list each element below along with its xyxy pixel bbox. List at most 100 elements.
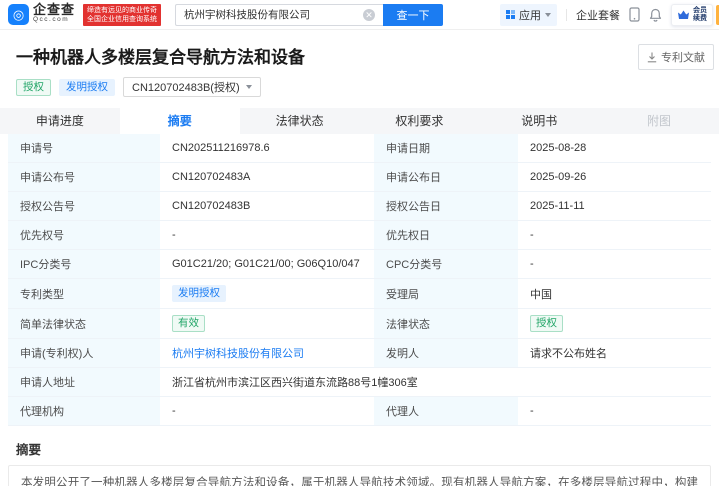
applicant-company-link[interactable]: 杭州宇树科技股份有限公司 <box>172 345 304 361</box>
table-row: 授权公告号 CN120702483B 授权公告日 2025-11-11 <box>8 192 711 221</box>
slogan-line1: 缔造有远见的商业传奇 <box>87 6 157 15</box>
qcc-logo-icon: ◎ <box>8 4 29 25</box>
tab-claims[interactable]: 权利要求 <box>359 108 479 134</box>
field-label: 受理局 <box>374 279 518 308</box>
qcc-logo[interactable]: ◎ 企查查 Qcc.com 缔造有远见的商业传奇 全国企业信用查询系统 <box>8 4 161 26</box>
legal-status-badge: 授权 <box>530 315 563 332</box>
field-value: 请求不公布姓名 <box>518 339 711 367</box>
detail-tabbar: 申请进度 摘要 法律状态 权利要求 说明书 附图 <box>0 108 719 134</box>
field-value: 授权 <box>518 309 711 338</box>
table-row: 简单法律状态 有效 法律状态 授权 <box>8 309 711 339</box>
search-button[interactable]: 查一下 <box>383 4 443 26</box>
chevron-down-icon <box>545 13 551 17</box>
field-label: 申请(专利权)人 <box>8 339 160 367</box>
field-value: CN120702483A <box>160 163 374 191</box>
field-value: 浙江省杭州市滨江区西兴街道东流路88号1幢306室 <box>160 368 711 396</box>
tab-description[interactable]: 说明书 <box>479 108 599 134</box>
mobile-app-icon[interactable] <box>629 7 640 22</box>
field-label: 代理人 <box>374 397 518 425</box>
apps-label: 应用 <box>519 7 541 23</box>
tab-legal-status[interactable]: 法律状态 <box>240 108 360 134</box>
crown-icon <box>677 9 690 21</box>
field-value: 杭州宇树科技股份有限公司 <box>160 339 374 367</box>
patent-tags-row: 授权 发明授权 CN120702483B(授权) <box>16 77 703 97</box>
field-value: 有效 <box>160 309 374 338</box>
notifications-bell-icon[interactable] <box>649 8 662 22</box>
patent-header-section: 一种机器人多楼层复合导航方法和设备 授权 发明授权 CN120702483B(授… <box>0 30 719 106</box>
field-label: 简单法律状态 <box>8 309 160 338</box>
brand-name: 企查查 <box>33 5 75 15</box>
field-value: CN120702483B <box>160 192 374 220</box>
field-value: - <box>518 250 711 278</box>
tab-abstract[interactable]: 摘要 <box>120 108 240 134</box>
field-label: 申请号 <box>8 134 160 162</box>
patent-type-badge: 发明授权 <box>172 285 226 302</box>
vip-line2: 续费 <box>693 15 707 23</box>
brand-slogan: 缔造有远见的商业传奇 全国企业信用查询系统 <box>83 4 161 26</box>
field-value: - <box>160 397 374 425</box>
field-label: 申请日期 <box>374 134 518 162</box>
tab-figures: 附图 <box>599 108 719 134</box>
abstract-heading: 摘要 <box>16 439 703 458</box>
field-label: 优先权日 <box>374 221 518 249</box>
field-label: 代理机构 <box>8 397 160 425</box>
table-row: 申请人地址 浙江省杭州市滨江区西兴街道东流路88号1幢306室 <box>8 368 711 397</box>
field-label: 法律状态 <box>374 309 518 338</box>
field-label: 申请公布日 <box>374 163 518 191</box>
field-label: 申请公布号 <box>8 163 160 191</box>
patent-info-table: 申请号 CN202511216978.6 申请日期 2025-08-28 申请公… <box>8 134 711 426</box>
field-value: - <box>160 221 374 249</box>
page-title: 一种机器人多楼层复合导航方法和设备 <box>16 43 703 68</box>
field-label: CPC分类号 <box>374 250 518 278</box>
chevron-down-icon <box>246 85 252 89</box>
table-row: 代理机构 - 代理人 - <box>8 397 711 426</box>
clear-search-icon[interactable]: ✕ <box>363 9 375 21</box>
table-row: 申请号 CN202511216978.6 申请日期 2025-08-28 <box>8 134 711 163</box>
field-value: G01C21/20; G01C21/00; G06Q10/047 <box>160 250 374 278</box>
field-label: 授权公告号 <box>8 192 160 220</box>
field-label: 优先权号 <box>8 221 160 249</box>
vip-renew-button[interactable]: 会员 续费 <box>671 4 713 26</box>
field-value: 中国 <box>518 279 711 308</box>
vip-line1: 会员 <box>693 7 707 15</box>
field-value: CN202511216978.6 <box>160 134 374 162</box>
field-label: 发明人 <box>374 339 518 367</box>
field-label: 申请人地址 <box>8 368 160 396</box>
table-row: 申请(专利权)人 杭州宇树科技股份有限公司 发明人 请求不公布姓名 <box>8 339 711 368</box>
vip-label: 会员 续费 <box>693 7 707 23</box>
tab-application-progress[interactable]: 申请进度 <box>0 108 120 134</box>
abstract-text: 本发明公开了一种机器人多楼层复合导航方法和设备，属于机器人导航技术领域。现有机器… <box>8 465 711 486</box>
patent-number-value: CN120702483B(授权) <box>132 79 240 95</box>
patent-number-select[interactable]: CN120702483B(授权) <box>123 77 261 97</box>
field-value: 2025-09-26 <box>518 163 711 191</box>
apps-grid-icon <box>506 10 515 19</box>
qcc-logo-text: 企查查 Qcc.com <box>33 5 75 25</box>
enterprise-package-link[interactable]: 企业套餐 <box>576 7 620 23</box>
slogan-line2: 全国企业信用查询系统 <box>87 15 157 24</box>
field-label: IPC分类号 <box>8 250 160 278</box>
brand-domain: Qcc.com <box>33 15 75 25</box>
table-row: 申请公布号 CN120702483A 申请公布日 2025-09-26 <box>8 163 711 192</box>
top-header: ◎ 企查查 Qcc.com 缔造有远见的商业传奇 全国企业信用查询系统 ✕ 查一… <box>0 0 719 30</box>
divider <box>566 9 567 21</box>
status-badge-granted: 授权 <box>16 79 51 96</box>
field-value: - <box>518 221 711 249</box>
simple-legal-status-badge: 有效 <box>172 315 205 332</box>
patent-document-button[interactable]: 专利文献 <box>638 44 714 70</box>
header-right-nav: 应用 企业套餐 会员 续费 <box>500 4 719 26</box>
field-value: 2025-11-11 <box>518 192 711 220</box>
apps-menu[interactable]: 应用 <box>500 4 557 26</box>
patent-document-label: 专利文献 <box>661 49 705 65</box>
download-icon <box>647 52 657 63</box>
company-search: ✕ 查一下 <box>175 4 443 26</box>
table-row: IPC分类号 G01C21/20; G01C21/00; G06Q10/047 … <box>8 250 711 279</box>
field-value: 发明授权 <box>160 279 374 308</box>
field-label: 授权公告日 <box>374 192 518 220</box>
field-value: 2025-08-28 <box>518 134 711 162</box>
table-row: 优先权号 - 优先权日 - <box>8 221 711 250</box>
type-badge-invention: 发明授权 <box>59 79 115 96</box>
search-input[interactable] <box>175 4 383 26</box>
field-value: - <box>518 397 711 425</box>
field-label: 专利类型 <box>8 279 160 308</box>
table-row: 专利类型 发明授权 受理局 中国 <box>8 279 711 309</box>
